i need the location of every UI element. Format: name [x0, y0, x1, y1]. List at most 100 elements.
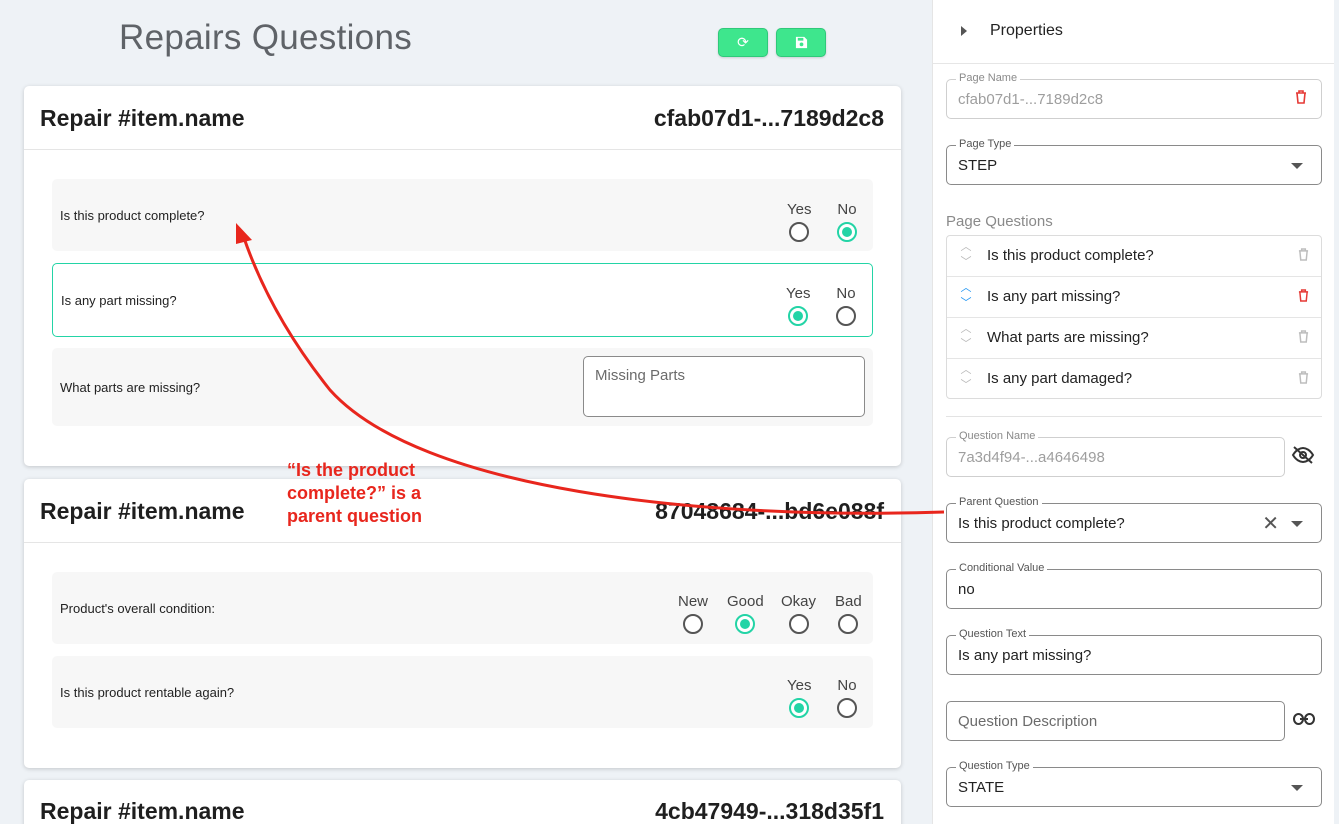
question-row[interactable]: What parts are missing? Missing Parts — [52, 348, 873, 426]
list-item[interactable]: ︿ ﹀ Is this product complete? — [947, 236, 1321, 277]
radio-option[interactable]: New — [678, 593, 708, 638]
reorder-icon[interactable]: ︿ ﹀ — [959, 363, 973, 393]
panel-title: Properties — [990, 22, 1063, 39]
card-title: Repair #item.name — [40, 498, 245, 524]
input-placeholder: Missing Parts — [595, 367, 686, 384]
radio-option[interactable]: Okay — [781, 593, 816, 638]
dropdown-arrow-icon[interactable] — [1291, 785, 1303, 791]
parent-question-select[interactable]: Parent Question Is this product complete… — [946, 496, 1322, 543]
delete-icon[interactable] — [1298, 371, 1309, 387]
radio-option[interactable]: No — [837, 677, 857, 722]
field-label: Question Name — [956, 430, 1039, 442]
repairs-main-area: Repairs Questions ⟳ Repair #item.name cf… — [0, 0, 932, 824]
card-title: Repair #item.name — [40, 105, 245, 131]
radio-button[interactable] — [789, 222, 810, 242]
refresh-icon: ⟳ — [737, 34, 749, 50]
missing-parts-input[interactable]: Missing Parts — [583, 356, 865, 417]
question-row[interactable]: Product's overall condition: New Good Ok… — [52, 572, 873, 644]
list-item-label: Is this product complete? — [987, 247, 1154, 264]
field-label: Parent Question — [956, 496, 1042, 508]
delete-icon[interactable] — [1298, 248, 1309, 264]
field-label: Question Text — [956, 628, 1030, 640]
dropdown-arrow-icon[interactable] — [1291, 521, 1303, 527]
card-id: cfab07d1-...7189d2c8 — [653, 105, 884, 131]
radio-option[interactable]: Yes — [787, 201, 811, 246]
field-value: cfab07d1-...7189d2c8 — [958, 91, 1104, 108]
question-type-select[interactable]: Question Type STATE — [946, 760, 1322, 807]
caret-right-icon[interactable] — [961, 26, 967, 36]
question-description-field[interactable]: Question Description — [946, 701, 1285, 741]
page-title: Repairs Questions — [119, 18, 413, 57]
annotation-text: “Is the product complete?” is a parent q… — [287, 460, 423, 526]
question-label: What parts are missing? — [60, 380, 201, 395]
radio-option[interactable]: Good — [727, 593, 764, 638]
radio-option[interactable]: Yes — [787, 677, 811, 722]
reorder-icon[interactable]: ︿ ﹀ — [959, 240, 973, 270]
radio-button[interactable] — [683, 614, 703, 634]
card-header: Repair #item.name 4cb47949-...318d35f1 — [24, 780, 901, 824]
radio-button-selected[interactable] — [837, 222, 857, 242]
field-label: Question Type — [956, 760, 1033, 772]
question-row[interactable]: Is this product rentable again? Yes No — [52, 656, 873, 728]
repair-card: Repair #item.name 4cb47949-...318d35f1 — [24, 780, 901, 824]
conditional-value-field[interactable]: Conditional Value no — [946, 562, 1322, 609]
delete-icon[interactable] — [1295, 90, 1307, 107]
field-value: Is this product complete? — [958, 515, 1125, 532]
list-item-label: Is any part missing? — [987, 288, 1121, 305]
field-value: 7a3d4f94-...a4646498 — [958, 449, 1105, 466]
radio-button-selected[interactable] — [735, 614, 756, 634]
list-item[interactable]: ︿ ﹀ Is any part damaged? — [947, 359, 1321, 400]
list-item-label: What parts are missing? — [987, 329, 1149, 346]
list-item[interactable]: ︿ ﹀ What parts are missing? — [947, 318, 1321, 359]
save-icon — [795, 36, 807, 49]
save-button[interactable] — [776, 28, 826, 57]
page-questions-label: Page Questions — [946, 213, 1053, 230]
radio-button[interactable] — [836, 306, 856, 326]
reorder-icon[interactable]: ︿ ﹀ — [959, 281, 973, 311]
card-title: Repair #item.name — [40, 798, 245, 824]
card-id: 4cb47949-...318d35f1 — [655, 798, 884, 824]
reorder-icon[interactable]: ︿ ﹀ — [959, 322, 973, 352]
field-label: Page Type — [956, 138, 1015, 150]
radio-button[interactable] — [838, 614, 859, 634]
radio-option[interactable]: No — [836, 285, 856, 330]
properties-panel: Properties Page Name cfab07d1-...7189d2c… — [932, 0, 1334, 824]
question-label: Is any part missing? — [61, 293, 177, 308]
radio-option[interactable]: Yes — [786, 285, 810, 330]
field-value: no — [958, 581, 975, 598]
properties-header[interactable]: Properties — [933, 0, 1334, 64]
link-icon[interactable] — [1293, 709, 1315, 732]
radio-button[interactable] — [837, 698, 857, 718]
question-name-field: Question Name 7a3d4f94-...a4646498 — [946, 430, 1285, 477]
question-row[interactable]: Is this product complete? Yes No — [52, 179, 873, 251]
refresh-button[interactable]: ⟳ — [718, 28, 768, 57]
field-value: Is any part missing? — [958, 647, 1092, 664]
repair-card: Repair #item.name 87048684-...bd6e088f P… — [24, 479, 901, 768]
dropdown-arrow-icon[interactable] — [1291, 163, 1303, 169]
clear-icon[interactable]: ✕ — [1262, 511, 1279, 536]
list-item-active[interactable]: ︿ ﹀ Is any part missing? — [947, 277, 1321, 318]
radio-option[interactable]: Bad — [835, 593, 862, 638]
list-item-label: Is any part damaged? — [987, 370, 1133, 387]
repair-card: Repair #item.name cfab07d1-...7189d2c8 I… — [24, 86, 901, 466]
card-header: Repair #item.name cfab07d1-...7189d2c8 — [24, 86, 901, 150]
page-name-field: Page Name cfab07d1-...7189d2c8 — [946, 72, 1322, 119]
card-id: 87048684-...bd6e088f — [655, 498, 884, 524]
field-value: STEP — [958, 157, 998, 174]
radio-button[interactable] — [788, 614, 809, 634]
page-questions-list: ︿ ﹀ Is this product complete? ︿ ﹀ Is any p… — [946, 235, 1322, 399]
delete-icon[interactable] — [1298, 330, 1309, 346]
delete-icon[interactable] — [1298, 289, 1309, 305]
visibility-off-icon[interactable] — [1291, 445, 1315, 471]
page-type-select[interactable]: Page Type STEP — [946, 138, 1322, 185]
field-value: STATE — [958, 779, 1005, 796]
question-row-selected[interactable]: Is any part missing? Yes No — [52, 263, 873, 337]
radio-button-selected[interactable] — [788, 306, 809, 326]
divider — [946, 416, 1322, 417]
radio-button-selected[interactable] — [789, 698, 810, 718]
radio-option[interactable]: No — [837, 201, 857, 246]
question-label: Is this product rentable again? — [60, 685, 235, 700]
field-label: Conditional Value — [956, 562, 1048, 574]
card-header: Repair #item.name 87048684-...bd6e088f — [24, 479, 901, 543]
question-text-field[interactable]: Question Text Is any part missing? — [946, 628, 1322, 675]
